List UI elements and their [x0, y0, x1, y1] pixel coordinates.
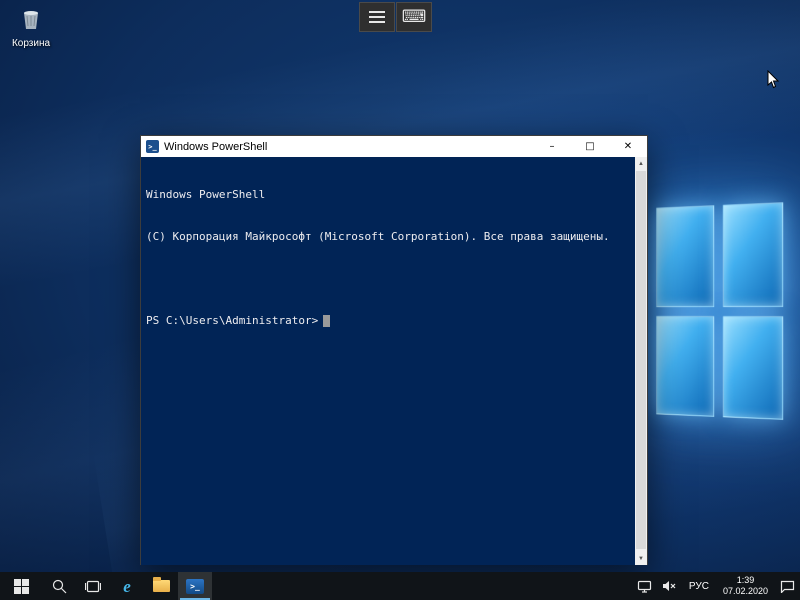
taskview-button[interactable]	[76, 572, 110, 600]
console-output: Windows PowerShell (C) Корпорация Майкро…	[141, 157, 647, 356]
clock-time: 1:39	[723, 575, 768, 586]
file-explorer-button[interactable]	[144, 572, 178, 600]
action-center-button[interactable]	[775, 572, 800, 600]
logo-pane	[722, 202, 783, 306]
window-titlebar[interactable]: >_ Windows PowerShell – □ ✕	[141, 136, 647, 157]
console-prompt: PS C:\Users\Administrator>	[146, 314, 318, 328]
windows-hero-logo	[656, 202, 783, 420]
powershell-taskbar-button[interactable]: >_	[178, 572, 212, 600]
volume-tray-button[interactable]	[657, 572, 682, 600]
console-area[interactable]: Windows PowerShell (C) Корпорация Майкро…	[141, 157, 647, 565]
text-cursor	[323, 315, 330, 327]
logo-pane	[656, 315, 714, 416]
onscreen-keyboard-button[interactable]: ⌨	[396, 2, 432, 32]
hamburger-icon	[369, 11, 385, 23]
internet-explorer-icon: e	[123, 578, 131, 595]
minimize-button[interactable]: –	[533, 136, 571, 157]
window-controls: – □ ✕	[533, 136, 647, 157]
volume-muted-icon	[662, 580, 677, 592]
menu-button[interactable]	[359, 2, 395, 32]
screen: Корзина ⌨ >_ Windows PowerShell – □ ✕ Wi…	[0, 0, 800, 600]
search-icon	[52, 579, 67, 594]
search-button[interactable]	[42, 572, 76, 600]
logo-pane	[722, 316, 783, 420]
scroll-down-icon[interactable]: ▼	[635, 552, 647, 565]
recycle-bin-label: Корзина	[2, 38, 60, 49]
clock[interactable]: 1:39 07.02.2020	[716, 572, 775, 600]
windows-logo-icon	[14, 579, 29, 594]
taskview-icon	[85, 580, 101, 593]
folder-icon	[153, 580, 170, 592]
internet-explorer-button[interactable]: e	[110, 572, 144, 600]
console-line: Windows PowerShell	[146, 188, 631, 202]
console-line: (C) Корпорация Майкрософт (Microsoft Cor…	[146, 230, 631, 244]
vm-overlay-toolbar: ⌨	[359, 2, 432, 32]
taskbar: e >_ РУС	[0, 572, 800, 600]
console-prompt-line: PS C:\Users\Administrator>	[146, 314, 631, 328]
maximize-button[interactable]: □	[571, 136, 609, 157]
recycle-bin-icon[interactable]: Корзина	[2, 5, 60, 49]
powershell-window: >_ Windows PowerShell – □ ✕ Windows Powe…	[140, 135, 648, 565]
clock-date: 07.02.2020	[723, 586, 768, 597]
language-indicator[interactable]: РУС	[682, 572, 716, 600]
window-title: Windows PowerShell	[164, 141, 533, 153]
logo-pane	[656, 205, 714, 306]
close-button[interactable]: ✕	[609, 136, 647, 157]
system-tray: РУС 1:39 07.02.2020	[632, 572, 800, 600]
console-scrollbar[interactable]: ▲ ▼	[635, 157, 647, 565]
trash-bin-icon	[18, 5, 44, 36]
powershell-icon: >_	[186, 579, 204, 594]
network-icon	[637, 580, 652, 593]
network-tray-button[interactable]	[632, 572, 657, 600]
start-button[interactable]	[0, 572, 42, 600]
scroll-up-icon[interactable]: ▲	[635, 157, 647, 170]
console-blank-line	[146, 272, 631, 286]
keyboard-icon: ⌨	[402, 9, 427, 26]
scrollbar-thumb[interactable]	[636, 171, 646, 549]
powershell-icon: >_	[146, 140, 159, 153]
action-center-icon	[780, 580, 795, 593]
